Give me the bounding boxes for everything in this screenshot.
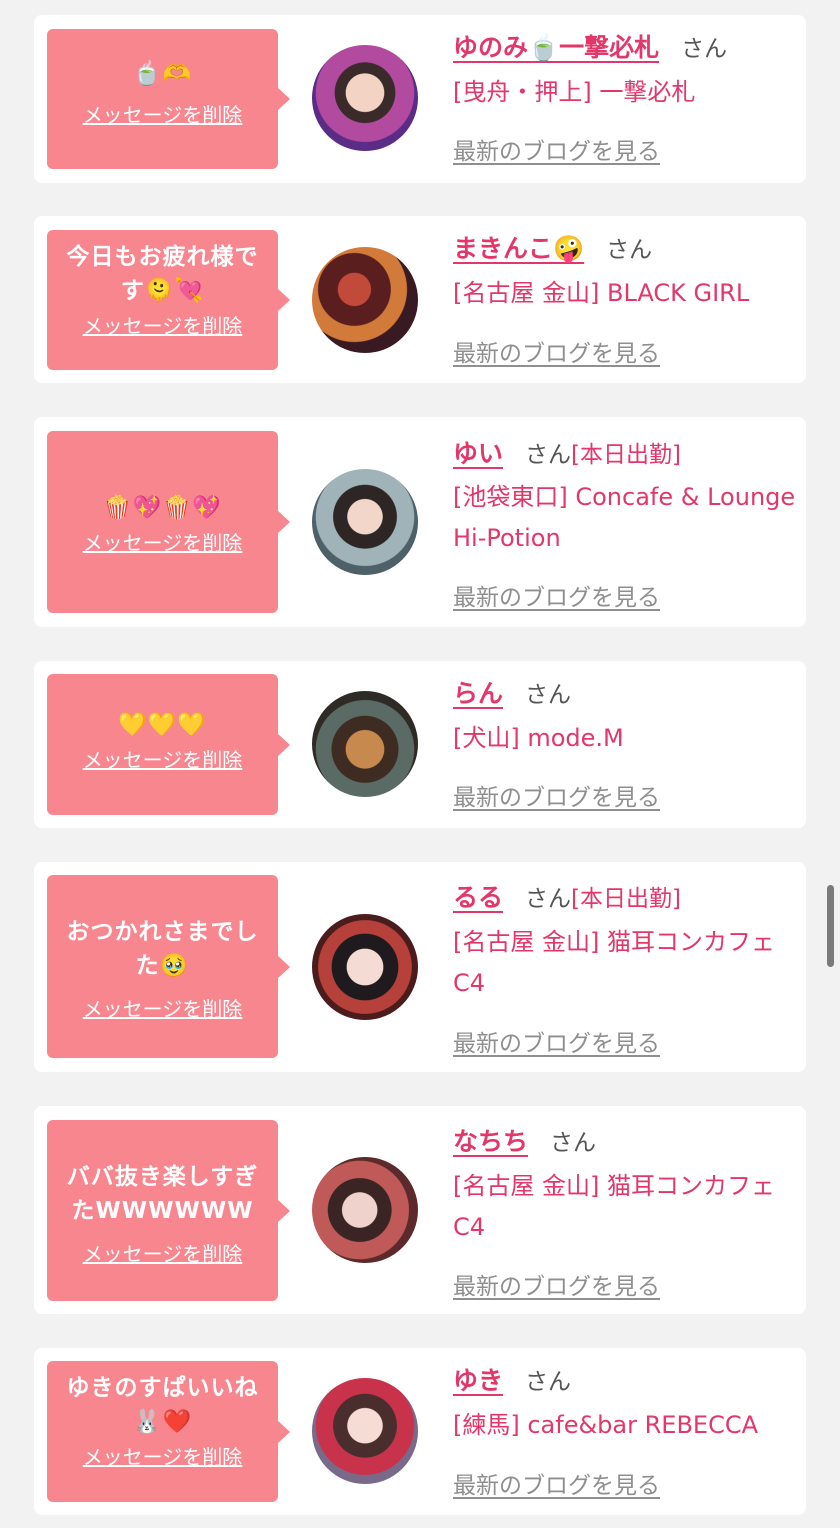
message-bubble: ババ抜き楽しすぎたWWWWWW メッセージを削除 [47,1120,290,1301]
latest-blog-link[interactable]: 最新のブログを見る [453,132,660,166]
avatar[interactable] [312,469,418,575]
message-list: 🍵🫶 メッセージを削除 ゆのみ🍵一撃必札 さん [曳舟・押上] 一撃必札 最新のブ… [0,0,840,1528]
cast-name-link[interactable]: らん [453,679,503,708]
message-text: 🍿💖🍿💖 [103,495,222,521]
cast-info: ゆい さん[本日出勤] [池袋東口] Concafe & Lounge Hi-Po… [453,433,798,559]
latest-blog-link[interactable]: 最新のブログを見る [453,1466,660,1500]
latest-blog-link[interactable]: 最新のブログを見る [453,1267,660,1301]
message-card: ゆきのすぱいいね🐰❤️ メッセージを削除 ゆき さん [練馬] cafe&bar … [34,1348,806,1515]
working-today-label: [本日出勤] [571,886,681,912]
message-card: おつかれさまでした🥹 メッセージを削除 るる さん[本日出勤] [名古屋 金山] … [34,862,806,1072]
message-bubble: ゆきのすぱいいね🐰❤️ メッセージを削除 [47,1361,290,1502]
honorific: さん [606,237,653,263]
message-card: 💛💛💛 メッセージを削除 らん さん [犬山] mode.M 最新のブログを見る [34,661,806,828]
delete-message-link[interactable]: メッセージを削除 [83,993,243,1022]
avatar[interactable] [312,247,418,353]
honorific: さん [525,682,572,708]
message-bubble: 💛💛💛 メッセージを削除 [47,674,290,815]
latest-blog-link[interactable]: 最新のブログを見る [453,1024,660,1058]
cast-info: らん さん [犬山] mode.M [453,675,798,759]
message-bubble: 今日もお疲れ様です🫠💘 メッセージを削除 [47,230,290,370]
message-text: ゆきのすぱいいね🐰❤️ [66,1375,259,1435]
honorific: さん [525,1369,572,1395]
shop-name: [名古屋 金山] BLACK GIRL [453,279,750,307]
message-text: 今日もお疲れ様です🫠💘 [66,244,259,304]
message-bubble: おつかれさまでした🥹 メッセージを削除 [47,875,290,1058]
cast-info: ゆき さん [練馬] cafe&bar REBECCA [453,1362,798,1446]
message-card: ババ抜き楽しすぎたWWWWWW メッセージを削除 なちち さん [名古屋 金山] … [34,1106,806,1314]
honorific: さん [525,442,572,468]
message-card: 🍿💖🍿💖 メッセージを削除 ゆい さん[本日出勤] [池袋東口] Concafe … [34,417,806,627]
honorific: さん [681,36,728,62]
avatar[interactable] [312,691,418,797]
latest-blog-link[interactable]: 最新のブログを見る [453,778,660,812]
delete-message-link[interactable]: メッセージを削除 [83,310,243,339]
cast-info: なちち さん [名古屋 金山] 猫耳コンカフェ C4 [453,1120,798,1248]
avatar[interactable] [312,1378,418,1484]
message-text: 💛💛💛 [118,712,207,738]
avatar[interactable] [312,914,418,1020]
avatar[interactable] [312,1157,418,1263]
scrollbar[interactable] [827,885,834,967]
cast-name-link[interactable]: まきんこ🤪 [453,234,584,263]
cast-info: るる さん[本日出勤] [名古屋 金山] 猫耳コンカフェ C4 [453,876,798,1004]
delete-message-link[interactable]: メッセージを削除 [83,1238,243,1267]
delete-message-link[interactable]: メッセージを削除 [83,99,243,128]
cast-name-link[interactable]: るる [453,883,503,912]
shop-name: [練馬] cafe&bar REBECCA [453,1411,759,1439]
shop-name: [名古屋 金山] 猫耳コンカフェ C4 [453,1172,775,1241]
message-card: 🍵🫶 メッセージを削除 ゆのみ🍵一撃必札 さん [曳舟・押上] 一撃必札 最新のブ… [34,15,806,183]
cast-info: まきんこ🤪 さん [名古屋 金山] BLACK GIRL [453,230,798,314]
delete-message-link[interactable]: メッセージを削除 [83,527,243,556]
honorific: さん [550,1130,597,1156]
message-bubble: 🍿💖🍿💖 メッセージを削除 [47,431,290,613]
message-text: 🍵🫶 [132,61,193,87]
message-text: ババ抜き楽しすぎたWWWWWW [66,1164,259,1224]
avatar[interactable] [312,45,418,151]
cast-name-link[interactable]: ゆのみ🍵一撃必札 [453,33,659,62]
message-text: おつかれさまでした🥹 [66,919,259,979]
cast-name-link[interactable]: ゆき [453,1366,503,1395]
cast-name-link[interactable]: ゆい [453,439,503,468]
honorific: さん [525,886,572,912]
shop-name: [犬山] mode.M [453,724,624,752]
message-bubble: 🍵🫶 メッセージを削除 [47,29,290,169]
shop-name: [曳舟・押上] 一撃必札 [453,78,696,106]
shop-name: [名古屋 金山] 猫耳コンカフェ C4 [453,928,775,997]
latest-blog-link[interactable]: 最新のブログを見る [453,578,660,612]
latest-blog-link[interactable]: 最新のブログを見る [453,334,660,368]
cast-name-link[interactable]: なちち [453,1127,528,1156]
shop-name: [池袋東口] Concafe & Lounge Hi-Potion [453,483,796,552]
delete-message-link[interactable]: メッセージを削除 [83,1441,243,1470]
cast-info: ゆのみ🍵一撃必札 さん [曳舟・押上] 一撃必札 [453,29,798,113]
delete-message-link[interactable]: メッセージを削除 [83,744,243,773]
working-today-label: [本日出勤] [571,442,681,468]
message-card: 今日もお疲れ様です🫠💘 メッセージを削除 まきんこ🤪 さん [名古屋 金山] BL… [34,216,806,383]
